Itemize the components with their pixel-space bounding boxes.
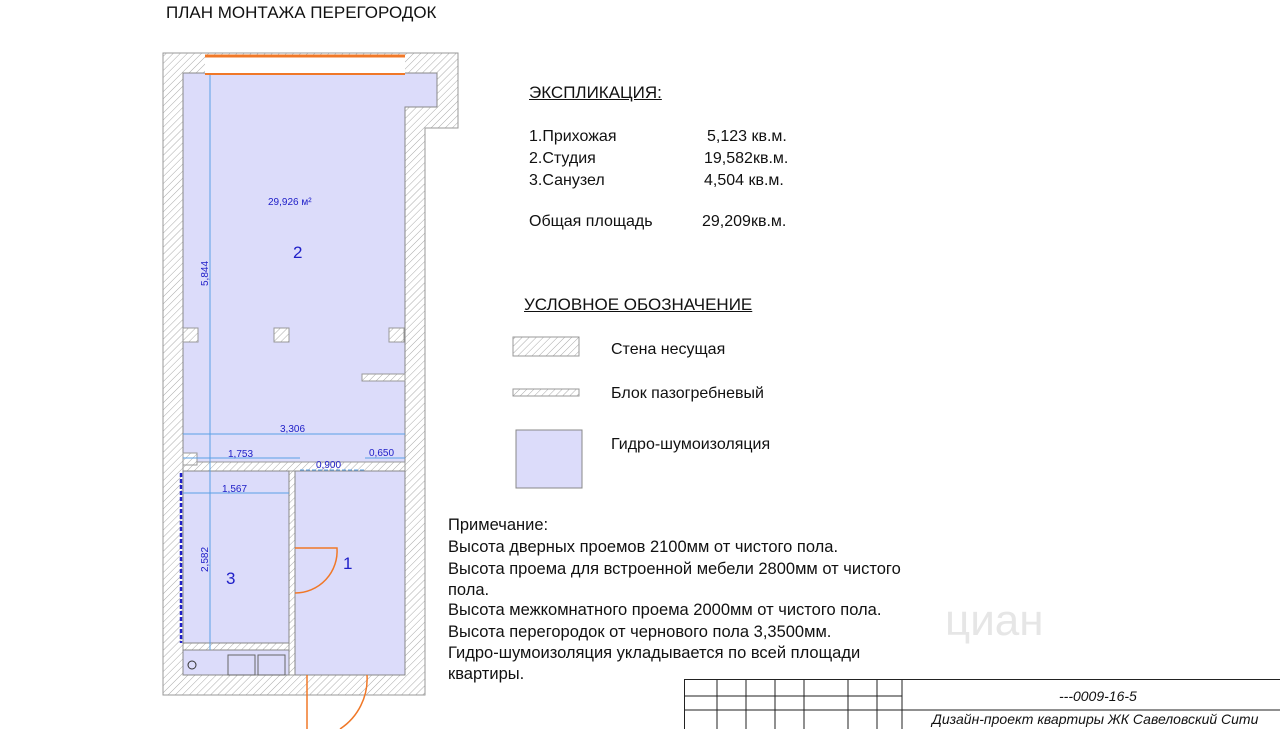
floor-plan: 29,926 м² 2 1 3 3,306 1,753 0,900 0,650 … [162,52,459,729]
legend-heading: УСЛОВНОЕ ОБОЗНАЧЕНИЕ [524,295,753,314]
column [388,327,405,343]
explication-area: 5,123 кв.м. [707,128,787,145]
note-line: Высота перегородок от чернового пола 3,3… [448,623,832,641]
explication-area: 19,582кв.м. [704,150,789,167]
explication-name: 1.Прихожая [529,128,617,145]
room-number-3: 3 [226,569,235,588]
dim-label: 1,567 [222,484,247,495]
load-bearing-wall-swatch [512,336,580,357]
legend-label: Блок пазогребневый [611,385,764,402]
explication-heading: ЭКСПЛИКАЦИЯ: [529,83,662,102]
dim-label: 2,582 [200,547,211,572]
legend-label: Гидро-шумоизоляция [611,436,771,453]
room-2-studio [182,72,438,463]
dim-label: 5,844 [200,261,211,286]
note-line: квартиры. [448,665,525,683]
dim-label: 3,306 [280,424,305,435]
partition-wall [288,470,296,676]
partition-wall [182,642,290,651]
explication-area: 4,504 кв.м. [704,172,784,189]
explication-name: 2.Студия [529,150,596,167]
room-number-1: 1 [343,554,352,573]
notes-heading: Примечание: [448,516,549,534]
explication-name: 3.Санузел [529,172,605,189]
note-line: Гидро-шумоизоляция укладывается по всей … [448,644,861,662]
room-3-bathroom [182,470,290,644]
partition-wall [182,461,406,472]
insulation-swatch [515,429,583,489]
legend-label: Стена несущая [611,341,726,358]
note-line: Высота проема для встроенной мебели 2800… [448,560,901,578]
project-name: Дизайн-проект квартиры ЖК Савеловский Си… [932,711,1259,727]
column [273,327,290,343]
dim-label: 0,650 [369,448,394,459]
legend-swatches [512,336,583,489]
room-area-label: 29,926 м² [268,197,312,208]
room-number-2: 2 [293,243,302,262]
tongue-groove-block-swatch [512,388,580,397]
total-area-value: 29,209кв.м. [702,213,787,230]
title-block: ---0009-16-5 Дизайн-проект квартиры ЖК С… [684,679,1280,729]
dim-label: 1,753 [228,449,253,460]
column [182,327,199,343]
note-line: Высота межкомнатного проема 2000мм от чи… [448,601,882,619]
room-1-hallway [294,470,406,676]
dim-label: 0,900 [316,460,341,471]
bathroom-fixtures-strip [182,649,290,676]
note-line: Высота дверных проемов 2100мм от чистого… [448,538,839,556]
total-area-label: Общая площадь [529,213,653,230]
watermark: циан [945,596,1044,645]
drawing-code: ---0009-16-5 [1059,688,1137,704]
window [205,55,405,75]
note-line: пола. [448,581,490,599]
